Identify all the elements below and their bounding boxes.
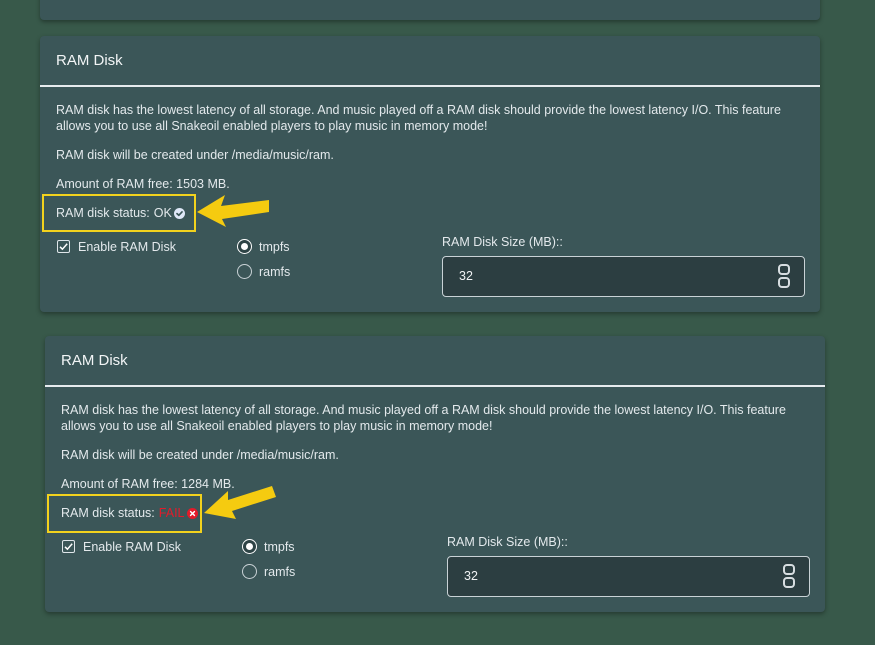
check-circle-icon xyxy=(173,207,185,219)
radio-tmpfs-label[interactable]: tmpfs xyxy=(264,540,295,554)
status-label: RAM disk status: xyxy=(61,506,155,520)
ram-disk-status: RAM disk status: FAIL xyxy=(61,506,198,520)
title-divider xyxy=(45,385,825,387)
previous-card-remnant xyxy=(40,0,820,20)
ram-disk-size-value: 32 xyxy=(459,269,473,283)
status-label: RAM disk status: xyxy=(56,206,150,220)
card-title: RAM Disk xyxy=(56,52,123,69)
radio-ramfs-label[interactable]: ramfs xyxy=(264,565,295,579)
size-spinner[interactable] xyxy=(783,564,795,589)
ram-disk-size-label: RAM Disk Size (MB):: xyxy=(442,235,563,249)
ram-disk-size-input[interactable]: 32 xyxy=(447,556,810,597)
radio-ramfs[interactable] xyxy=(237,264,252,279)
ram-disk-size-value: 32 xyxy=(464,569,478,583)
arrow-icon xyxy=(204,486,276,519)
ram-disk-description: RAM disk has the lowest latency of all s… xyxy=(61,403,786,433)
enable-ram-disk-label[interactable]: Enable RAM Disk xyxy=(78,240,176,254)
status-value-fail: FAIL xyxy=(158,506,185,520)
ram-disk-location: RAM disk will be created under /media/mu… xyxy=(56,148,334,162)
checkmark-icon xyxy=(59,243,68,251)
radio-ramfs-label[interactable]: ramfs xyxy=(259,265,290,279)
ram-free-amount: Amount of RAM free: 1503 MB. xyxy=(56,177,230,191)
ram-disk-location: RAM disk will be created under /media/mu… xyxy=(61,448,339,462)
ram-disk-description: RAM disk has the lowest latency of all s… xyxy=(56,103,781,133)
ram-disk-card-ok: RAM Disk RAM disk has the lowest latency… xyxy=(40,36,820,312)
enable-ram-disk-checkbox[interactable] xyxy=(57,240,70,253)
x-circle-icon xyxy=(186,507,198,519)
spinner-down-icon[interactable] xyxy=(783,577,795,588)
radio-tmpfs[interactable] xyxy=(237,239,252,254)
radio-tmpfs[interactable] xyxy=(242,539,257,554)
card-title: RAM Disk xyxy=(61,352,128,369)
checkmark-icon xyxy=(64,543,73,551)
radio-tmpfs-label[interactable]: tmpfs xyxy=(259,240,290,254)
enable-ram-disk-checkbox[interactable] xyxy=(62,540,75,553)
ram-disk-size-label: RAM Disk Size (MB):: xyxy=(447,535,568,549)
ram-disk-status: RAM disk status: OK xyxy=(56,206,185,220)
size-spinner[interactable] xyxy=(778,264,790,289)
ram-disk-size-input[interactable]: 32 xyxy=(442,256,805,297)
arrow-icon xyxy=(197,195,269,227)
status-value-ok: OK xyxy=(153,206,172,220)
spinner-up-icon[interactable] xyxy=(778,264,790,275)
title-divider xyxy=(40,85,820,87)
enable-ram-disk-label[interactable]: Enable RAM Disk xyxy=(83,540,181,554)
ram-disk-card-fail: RAM Disk RAM disk has the lowest latency… xyxy=(45,336,825,612)
spinner-down-icon[interactable] xyxy=(778,277,790,288)
spinner-up-icon[interactable] xyxy=(783,564,795,575)
radio-ramfs[interactable] xyxy=(242,564,257,579)
